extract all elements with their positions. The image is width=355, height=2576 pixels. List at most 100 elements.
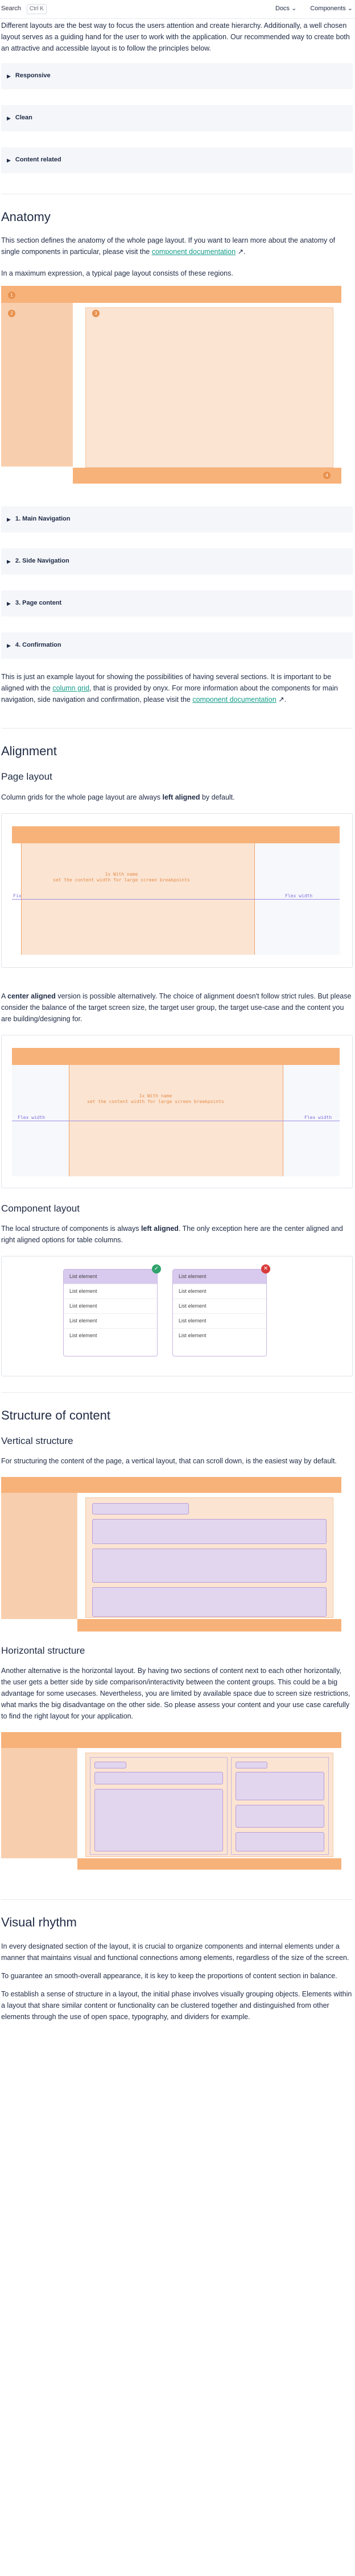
list-item: List element xyxy=(64,1269,157,1284)
vertical-structure-figure xyxy=(1,1477,353,1632)
header-bar xyxy=(1,1732,341,1749)
nav-components-label: Components xyxy=(310,5,346,13)
anatomy-paragraph-2: In a maximum expression, a typical page … xyxy=(1,269,233,278)
caret-right-icon: ▶ xyxy=(7,558,11,564)
footer-bar xyxy=(77,1858,341,1870)
section-block xyxy=(236,1805,324,1828)
visual-rhythm-paragraph-3: To establish a sense of structure in a l… xyxy=(1,1990,352,2021)
accordion-label: 1. Main Navigation xyxy=(15,515,71,523)
anatomy-diagram: 1 2 3 4 xyxy=(1,286,353,484)
text: A xyxy=(1,992,8,1000)
accordion-confirmation[interactable]: ▶ 4. Confirmation xyxy=(1,632,353,659)
nav-docs[interactable]: Docs ⌄ xyxy=(275,4,296,14)
accordion-label: 4. Confirmation xyxy=(15,642,61,649)
section-block xyxy=(94,1772,223,1785)
content-block xyxy=(92,1587,327,1617)
search-shortcut: Ctrl K xyxy=(26,4,47,14)
section-title xyxy=(94,1762,126,1769)
chevron-down-icon: ⌄ xyxy=(291,5,297,13)
external-link-icon[interactable]: ↗ xyxy=(238,248,243,256)
accordion-clean[interactable]: ▶ Clean xyxy=(1,105,353,131)
intro-paragraph: Different layouts are the best way to fo… xyxy=(1,22,350,52)
correct-check-icon: ✓ xyxy=(152,1264,161,1274)
list-item: List element xyxy=(173,1314,266,1329)
content-width-note: 1x With name set the content width for l… xyxy=(87,1093,224,1104)
text: by default. xyxy=(200,793,235,801)
text-bold: center aligned xyxy=(7,992,56,1000)
caret-right-icon: ▶ xyxy=(7,516,11,522)
section-block xyxy=(236,1832,324,1852)
top-nav: Docs ⌄ Components ⌄ xyxy=(275,4,355,14)
incorrect-cross-icon: ✕ xyxy=(261,1264,270,1274)
accordion-label: 3. Page content xyxy=(15,600,62,607)
flex-width-label: Flex width xyxy=(285,893,313,898)
divider xyxy=(1,728,353,729)
nav-components[interactable]: Components ⌄ xyxy=(310,4,353,14)
search-label[interactable]: Search xyxy=(1,4,21,14)
text: . xyxy=(243,248,246,256)
search-area[interactable]: Search Ctrl K xyxy=(1,4,47,14)
caret-right-icon: ▶ xyxy=(7,115,11,121)
text: The local structure of components is alw… xyxy=(1,1224,141,1233)
list-item: List element xyxy=(69,1332,97,1338)
text: . xyxy=(284,696,287,704)
horizontal-structure-figure xyxy=(1,1732,353,1870)
main-navigation-region xyxy=(1,286,341,303)
header-bar xyxy=(12,1047,340,1065)
accordion-main-navigation[interactable]: ▶ 1. Main Navigation xyxy=(1,506,353,533)
component-documentation-link[interactable]: component documentation xyxy=(152,248,236,256)
side-region xyxy=(1,1748,77,1859)
flex-width-label-left: Flex width xyxy=(18,1114,46,1120)
list-item: List element xyxy=(64,1299,157,1314)
chevron-down-icon: ⌄ xyxy=(347,5,353,13)
accordion-content-related[interactable]: ▶ Content related xyxy=(1,147,353,173)
content-title-block xyxy=(92,1503,189,1515)
center-aligned-grid-figure: 1x With name set the content width for l… xyxy=(1,1034,353,1188)
side-navigation-region xyxy=(1,303,73,467)
fix-label: Fix xyxy=(13,893,22,898)
vertical-structure-heading: Vertical structure xyxy=(1,1435,73,1446)
visual-rhythm-paragraph-2: To guarantee an smooth-overall appearanc… xyxy=(1,1971,337,1980)
content-block xyxy=(92,1519,327,1545)
accordion-label: Content related xyxy=(15,156,61,164)
text: Column grids for the whole page layout a… xyxy=(1,793,163,801)
structure-heading: Structure of content xyxy=(1,1408,110,1422)
header-bar xyxy=(12,826,340,843)
section-title xyxy=(236,1762,267,1769)
alignment-paragraph-3: The local structure of components is alw… xyxy=(1,1223,353,1246)
left-aligned-grid-figure: 1x With name set the content width for l… xyxy=(1,813,353,968)
accordion-label: Clean xyxy=(15,114,32,122)
page-layout-heading: Page layout xyxy=(1,771,52,783)
list-item: List element xyxy=(179,1332,207,1338)
external-link-icon[interactable]: ↗ xyxy=(278,696,284,704)
alignment-heading: Alignment xyxy=(1,744,57,759)
anatomy-paragraph-3: This is just an example layout for showi… xyxy=(1,671,353,705)
list-item: List element xyxy=(64,1314,157,1329)
alignment-paragraph-1: Column grids for the whole page layout a… xyxy=(1,792,353,803)
caret-right-icon: ▶ xyxy=(7,73,11,79)
side-region xyxy=(1,1493,77,1620)
accordion-side-navigation[interactable]: ▶ 2. Side Navigation xyxy=(1,548,353,575)
component-documentation-link-2[interactable]: component documentation xyxy=(192,696,276,704)
left-aligned-list: List element List element List element L… xyxy=(63,1268,158,1356)
accordion-page-content[interactable]: ▶ 3. Page content xyxy=(1,590,353,617)
caret-right-icon: ▶ xyxy=(7,600,11,606)
anatomy-paragraph-1: This section defines the anatomy of the … xyxy=(1,235,353,257)
horizontal-structure-heading: Horizontal structure xyxy=(1,1645,85,1657)
page-content-region xyxy=(85,307,333,468)
visual-rhythm-heading: Visual rhythm xyxy=(1,1915,77,1930)
nav-docs-label: Docs xyxy=(275,5,290,13)
list-item: List element xyxy=(173,1269,266,1284)
confirmation-region xyxy=(73,468,341,484)
caret-right-icon: ▶ xyxy=(7,642,11,648)
text-bold: left aligned xyxy=(141,1224,179,1233)
column-grid-link[interactable]: column grid xyxy=(52,684,89,692)
section-block xyxy=(94,1789,223,1852)
list-item: List element xyxy=(173,1284,266,1299)
accordion-responsive[interactable]: ▶ Responsive xyxy=(1,63,353,89)
divider xyxy=(1,1392,353,1393)
alignment-paragraph-2: A center aligned version is possible alt… xyxy=(1,991,353,1025)
accordion-label: Responsive xyxy=(15,72,51,80)
caret-right-icon: ▶ xyxy=(7,157,11,163)
anatomy-heading: Anatomy xyxy=(1,210,51,224)
